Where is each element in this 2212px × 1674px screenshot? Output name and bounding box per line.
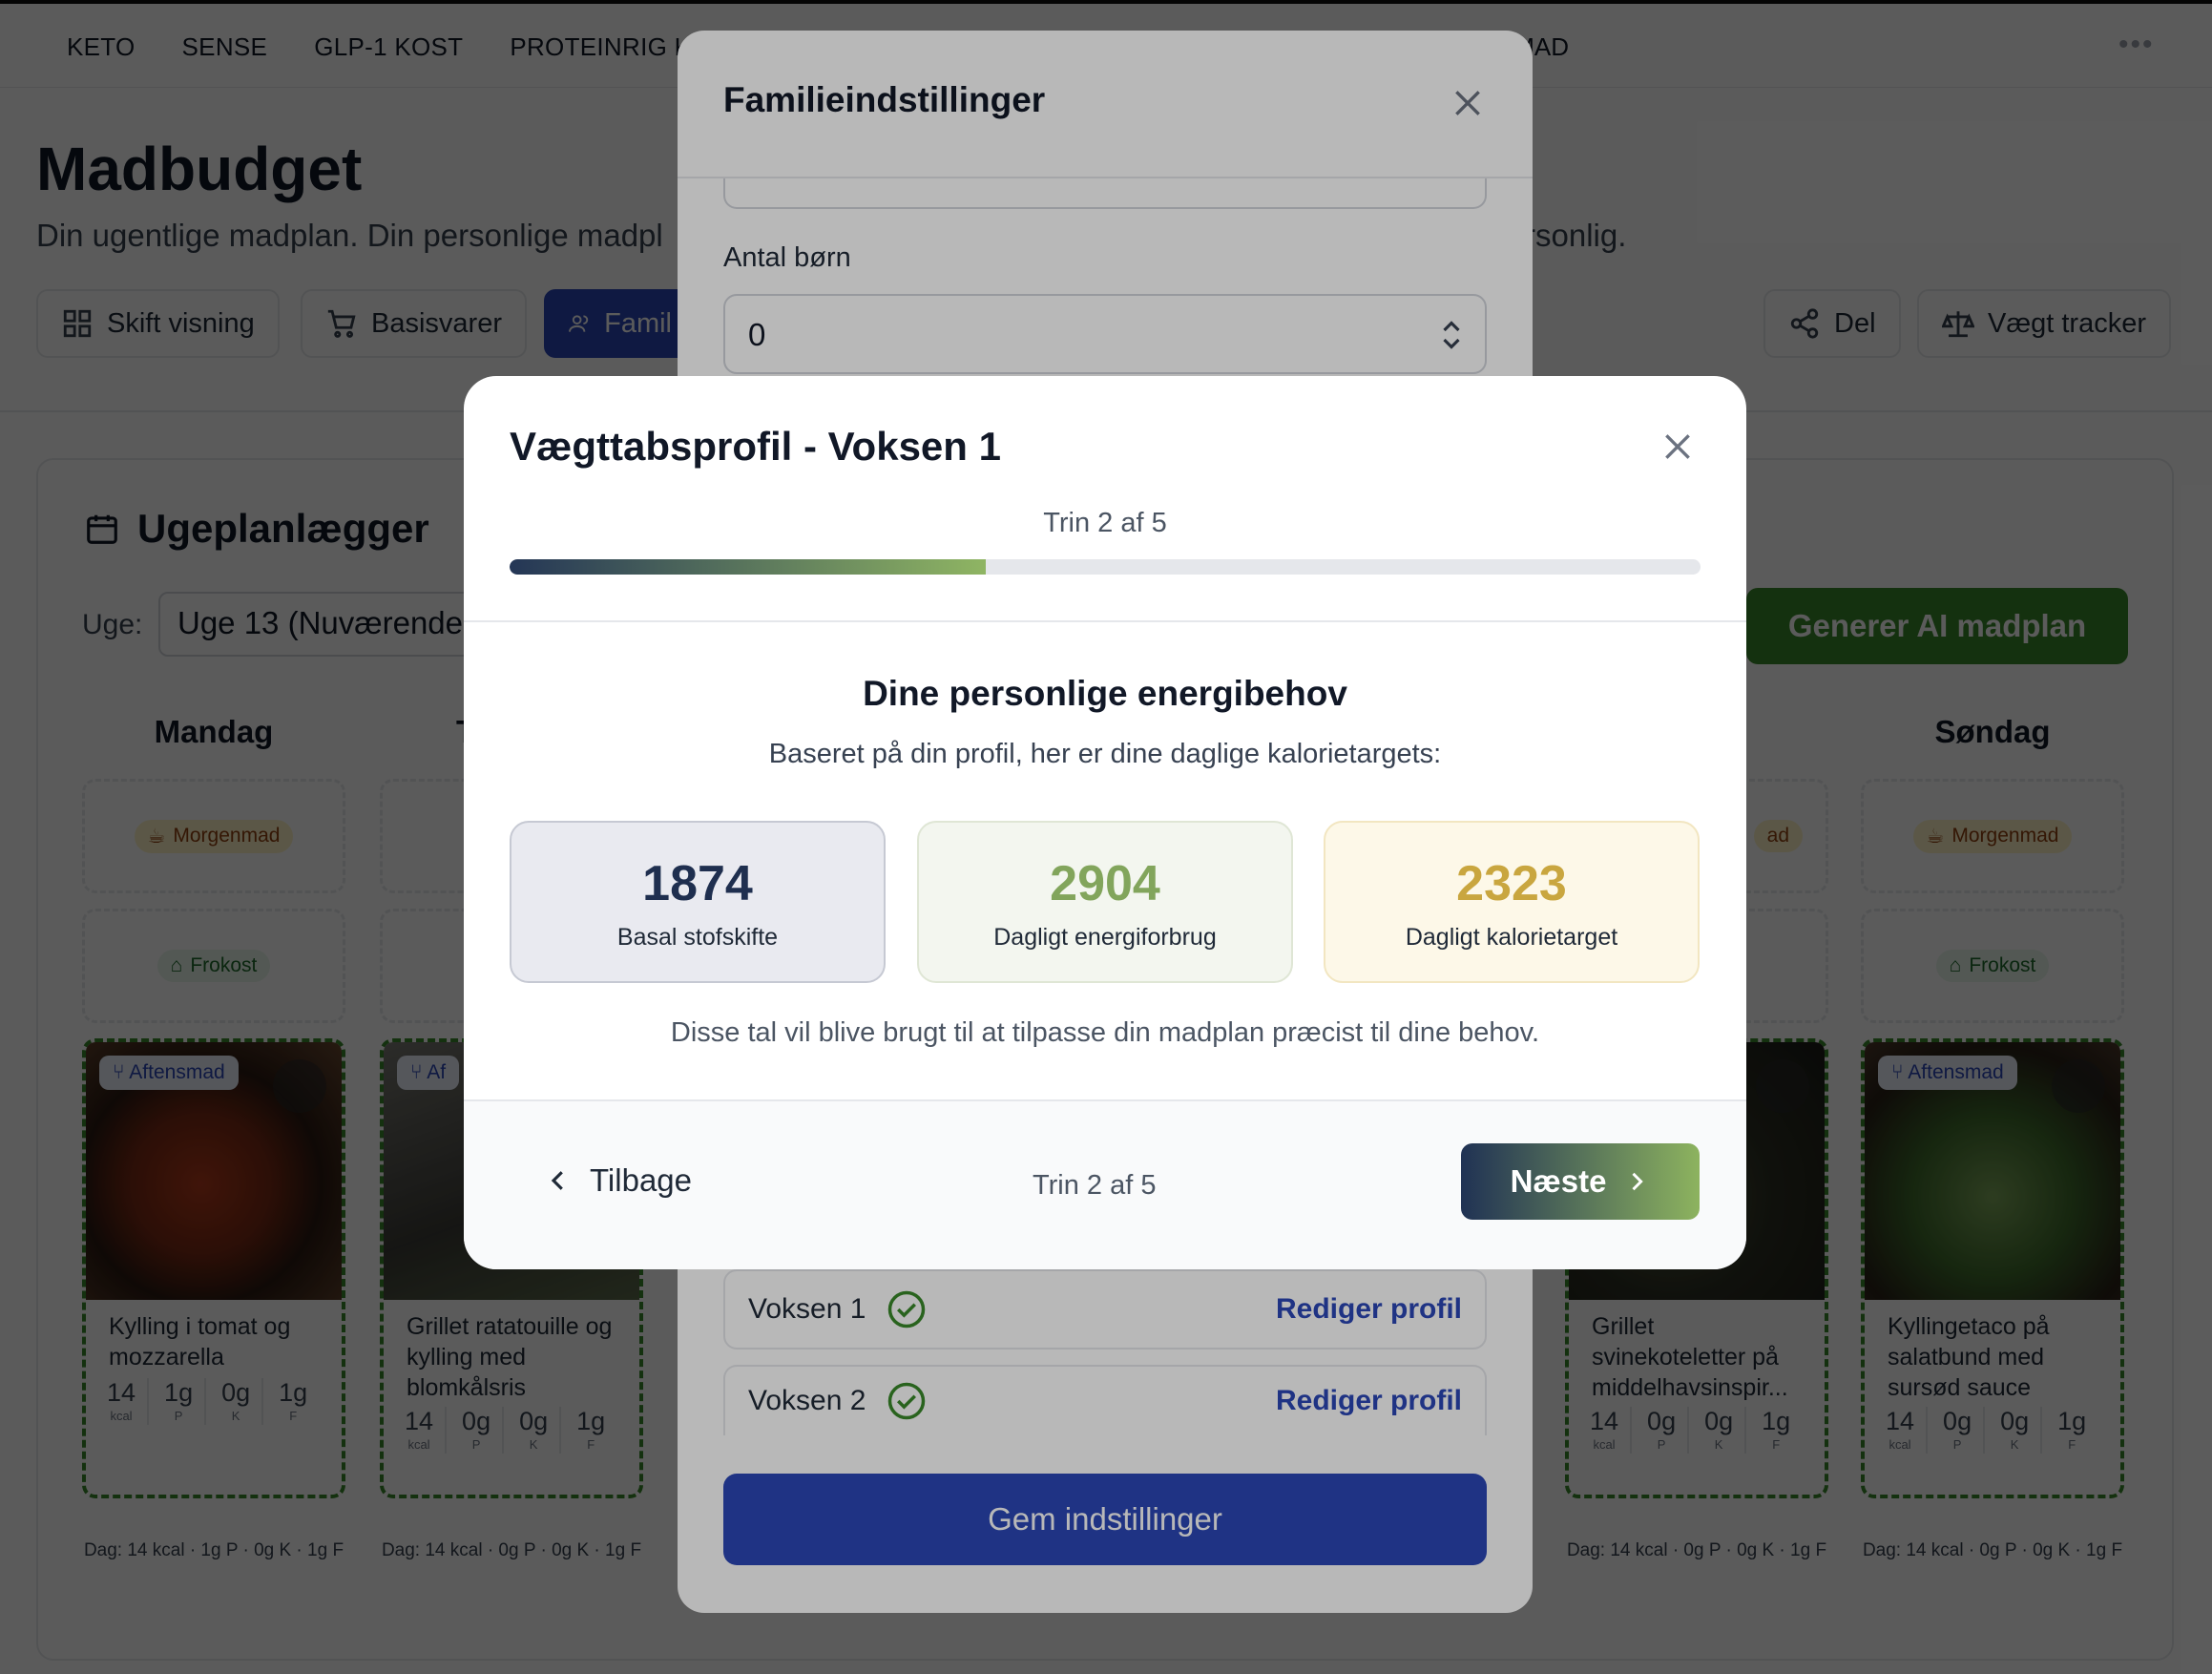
next-button[interactable]: Næste: [1461, 1143, 1700, 1220]
calorie-target-value: 2323: [1456, 856, 1567, 911]
step-indicator: Trin 2 af 5: [1043, 508, 1167, 538]
section-subtitle: Baseret på din profil, her er dine dagli…: [768, 739, 1442, 769]
tdee-label: Dagligt energiforbrug: [993, 924, 1217, 951]
footer-step-indicator: Trin 2 af 5: [1033, 1170, 1157, 1201]
modal-footer: Tilbage Trin 2 af 5 Næste: [464, 1099, 1746, 1269]
next-label: Næste: [1510, 1163, 1607, 1199]
section-title: Dine personlige energibehov: [863, 674, 1347, 713]
close-icon[interactable]: [1659, 428, 1697, 466]
calorie-target-label: Dagligt kalorietarget: [1405, 924, 1618, 951]
calorie-target-stat-card: 2323 Dagligt kalorietarget: [1324, 821, 1700, 983]
tdee-value: 2904: [1050, 856, 1160, 911]
progress-fill: [510, 559, 987, 575]
back-label: Tilbage: [590, 1162, 693, 1198]
modal-divider: [464, 620, 1746, 622]
tdee-stat-card: 2904 Dagligt energiforbrug: [917, 821, 1293, 983]
weight-loss-profile-modal: Vægttabsprofil - Voksen 1 Trin 2 af 5 Di…: [464, 376, 1746, 1269]
profile-modal-title: Vægttabsprofil - Voksen 1: [510, 424, 1001, 469]
bmr-label: Basal stofskifte: [616, 924, 779, 951]
progress-bar: [510, 559, 1701, 575]
info-note: Disse tal vil blive brugt til at tilpass…: [670, 1017, 1540, 1048]
bmr-value: 1874: [642, 856, 753, 911]
chevron-left-icon: [551, 1171, 563, 1190]
back-button[interactable]: Tilbage: [544, 1162, 692, 1199]
bmr-stat-card: 1874 Basal stofskifte: [510, 821, 886, 983]
chevron-right-icon: [1632, 1172, 1644, 1191]
